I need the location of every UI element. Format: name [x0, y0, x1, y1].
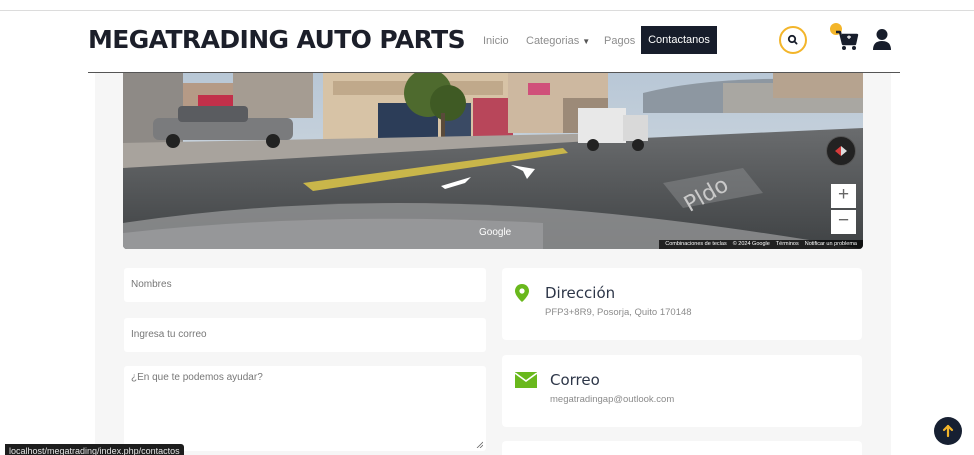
contact-button[interactable]: Contactanos — [641, 26, 717, 54]
map-terms-link[interactable]: Términos — [776, 241, 799, 247]
map-copyright: © 2024 Google — [732, 241, 770, 247]
name-input[interactable]: Nombres — [124, 268, 486, 302]
message-textarea[interactable]: ¿En que te podemos ayudar? — [124, 366, 486, 451]
scroll-to-top-button[interactable] — [934, 417, 962, 445]
google-logo: Google — [479, 227, 512, 238]
zoom-in-button[interactable]: + — [831, 184, 856, 208]
user-icon — [873, 29, 891, 50]
search-button[interactable] — [779, 26, 807, 54]
map-report-problem-link[interactable]: Notificar un problema — [805, 241, 857, 247]
street-view-image: Pldo — [123, 73, 863, 249]
nav-item-categorias-label: Categorias — [526, 35, 580, 47]
compass-icon — [835, 146, 847, 156]
address-title: Dirección — [545, 284, 616, 302]
map-footer: Combinaciones de teclas © 2024 Google Térm… — [659, 240, 863, 249]
message-placeholder: ¿En que te podemos ayudar? — [131, 372, 263, 383]
map-keyboard-shortcuts-link[interactable]: Combinaciones de teclas — [665, 241, 726, 247]
compass-button[interactable] — [826, 136, 856, 166]
nav-item-inicio[interactable]: Inicio — [483, 35, 509, 47]
cart-icon — [836, 30, 859, 50]
chevron-down-icon: ▼ — [582, 37, 591, 46]
user-account-button[interactable] — [872, 28, 892, 52]
email-card: Correo megatradingap@outlook.com — [502, 355, 862, 427]
status-bar-url: localhost/megatrading/index.php/contacto… — [5, 444, 184, 455]
resize-handle-icon[interactable] — [476, 441, 483, 448]
nav-item-pagos[interactable]: Pagos — [604, 35, 635, 47]
envelope-icon — [515, 372, 537, 388]
arrow-up-icon — [942, 424, 954, 438]
search-icon — [787, 34, 798, 45]
address-value: PFP3+8R9, Posorja, Quito 170148 — [545, 307, 692, 318]
nav-item-categorias[interactable]: Categorias ▼ — [526, 35, 590, 47]
email-title: Correo — [550, 371, 600, 389]
zoom-out-button[interactable]: − — [831, 210, 856, 234]
cart-button[interactable] — [834, 26, 860, 54]
top-border — [0, 10, 974, 11]
phone-card — [502, 441, 862, 455]
email-input[interactable]: Ingresa tu correo — [124, 318, 486, 352]
map-pin-icon — [515, 284, 529, 302]
brand-logo[interactable]: MEGATRADING AUTO PARTS — [88, 25, 466, 54]
email-value[interactable]: megatradingap@outlook.com — [550, 394, 674, 405]
navbar: MEGATRADING AUTO PARTS Inicio Categorias… — [88, 12, 900, 72]
address-card: Dirección PFP3+8R9, Posorja, Quito 17014… — [502, 268, 862, 340]
street-view-map[interactable]: Pldo Google Combinaciones de teclas © 202… — [123, 73, 863, 249]
